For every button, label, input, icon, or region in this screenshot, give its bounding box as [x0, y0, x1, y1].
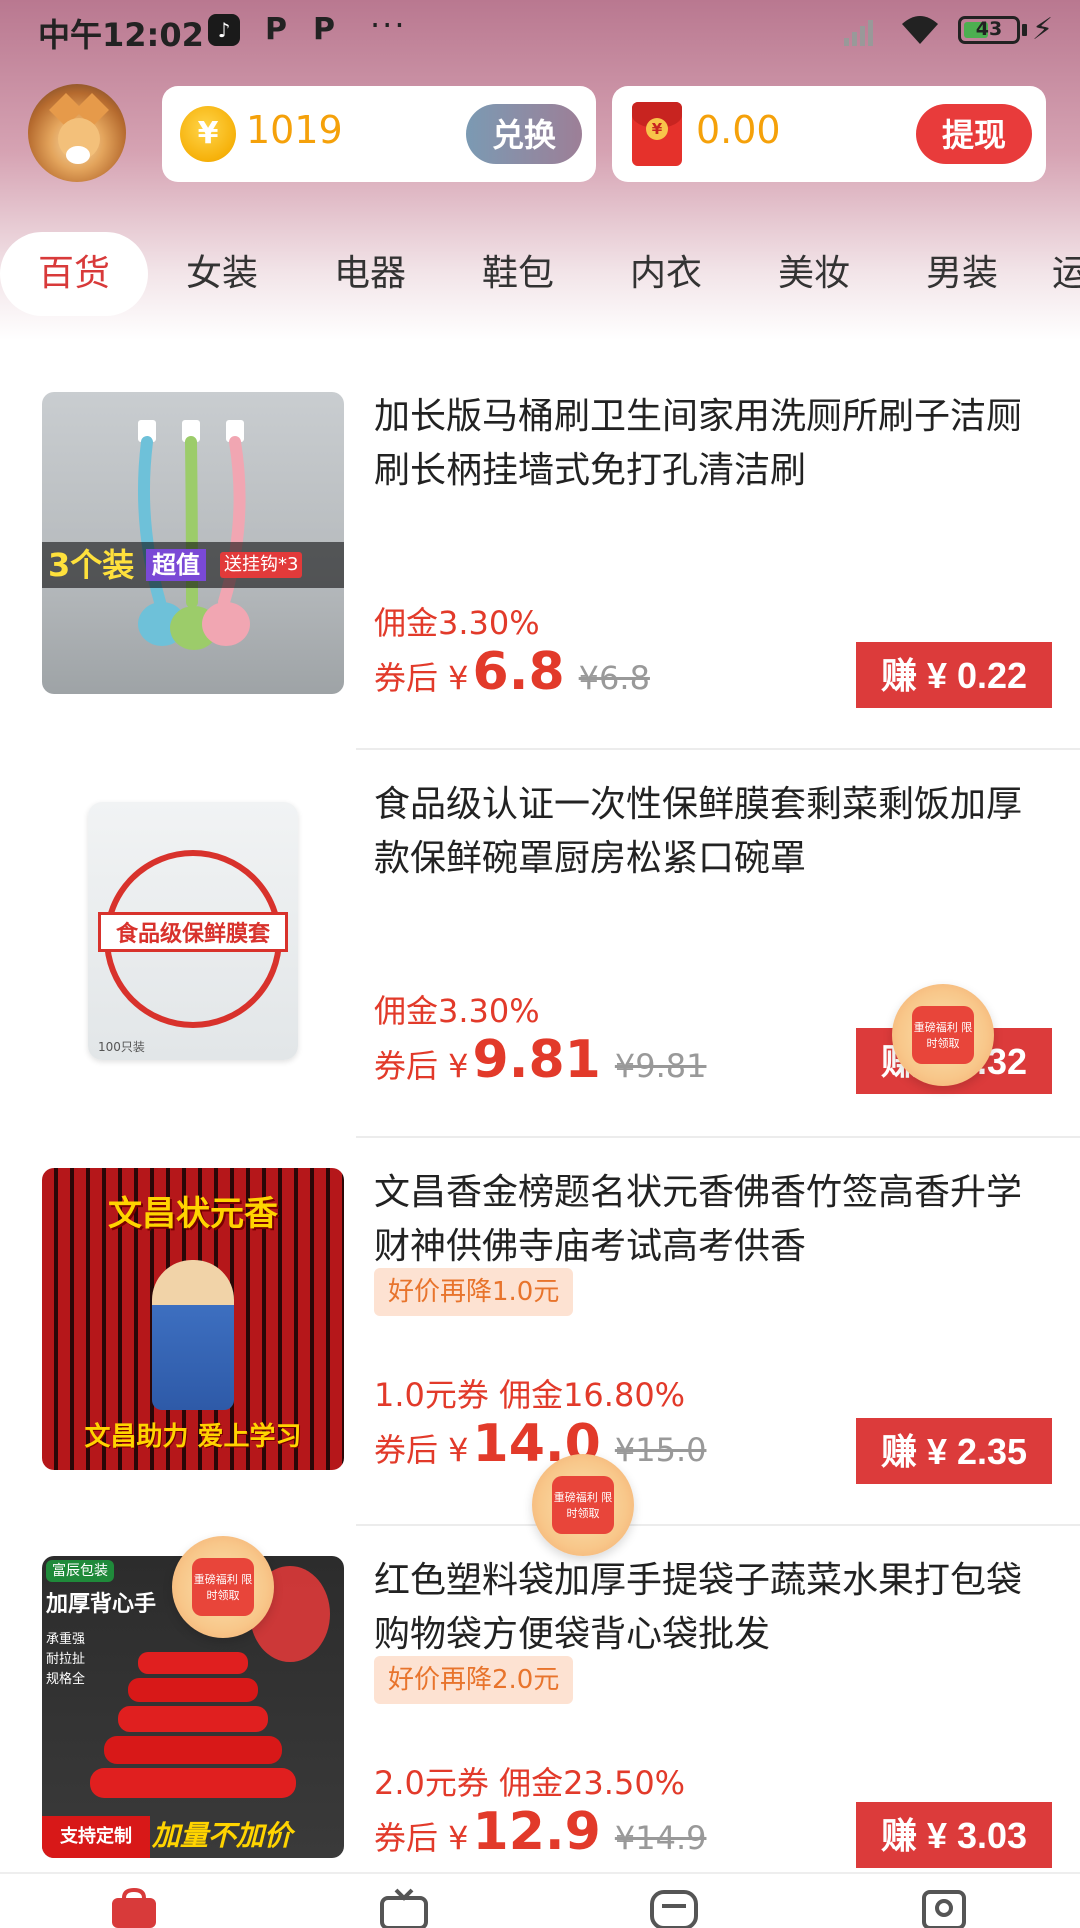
status-time: 中午12:02	[38, 16, 204, 54]
coupon-commission-text: 2.0元券 佣金23.50%	[374, 1764, 686, 1802]
tab-xiebao[interactable]: 鞋包	[444, 232, 592, 316]
tab-nanzhuang[interactable]: 男装	[888, 232, 1036, 316]
product-image: 文昌状元香 文昌助力 爱上学习	[42, 1168, 344, 1470]
tab-meizhuang[interactable]: 美妆	[740, 232, 888, 316]
charging-icon: ⚡	[1032, 12, 1054, 47]
status-bar: 中午12:02 ♪ P P ··· 43 ⚡	[0, 0, 1080, 62]
product-card[interactable]: 文昌状元香 文昌助力 爱上学习 文昌香金榜题名状元香佛香竹签高香升学财神供佛寺庙…	[0, 1138, 1080, 1526]
product-image: 3个装 超值 送挂钩*3	[42, 392, 344, 694]
tab-baihuo[interactable]: 百货	[0, 232, 148, 316]
promo-tag: 好价再降1.0元	[374, 1268, 574, 1316]
tv-icon[interactable]	[376, 1888, 432, 1928]
product-card[interactable]: 3个装 超值 送挂钩*3 加长版马桶刷卫生间家用洗厕所刷子洁厕刷长柄挂墙式免打孔…	[0, 362, 1080, 750]
earn-button[interactable]: 赚 ¥ 3.03	[856, 1802, 1052, 1868]
price: 12.9	[472, 1802, 601, 1862]
price: 9.81	[472, 1030, 601, 1090]
price-row: 券后 ¥6.8 ¥6.8	[374, 642, 650, 702]
price: 6.8	[472, 642, 565, 702]
p-app-icon: P	[313, 12, 335, 47]
reward-float-badge[interactable]: 重磅福利 限时领取	[172, 1536, 274, 1638]
withdraw-button[interactable]: 提现	[916, 104, 1032, 164]
battery-icon: 43	[958, 16, 1020, 44]
product-title: 红色塑料袋加厚手提袋子蔬菜水果打包袋购物袋方便袋背心袋批发	[374, 1560, 1023, 1655]
original-price: ¥6.8	[578, 659, 650, 697]
original-price: ¥14.9	[614, 1819, 707, 1857]
tab-nvzhuang[interactable]: 女装	[148, 232, 296, 316]
coupon-commission-text: 1.0元券 佣金16.80%	[374, 1376, 686, 1414]
tab-neiyi[interactable]: 内衣	[592, 232, 740, 316]
original-price: ¥15.0	[614, 1431, 707, 1469]
tiktok-icon: ♪	[208, 14, 240, 46]
red-packet-icon: ¥	[632, 102, 682, 166]
gold-coin-icon: ¥	[180, 106, 236, 162]
earn-button[interactable]: 赚 ¥ 0.22	[856, 642, 1052, 708]
coin-balance: 1019	[246, 108, 343, 152]
category-tabs: 百货 女装 电器 鞋包 内衣 美妆 男装 运	[0, 232, 1080, 316]
tab-more[interactable]: 运	[1052, 232, 1080, 316]
bottom-nav	[0, 1872, 1080, 1928]
reward-float-badge[interactable]: 重磅福利 限时领取	[892, 984, 994, 1086]
price-row: 券后 ¥12.9 ¥14.9	[374, 1802, 707, 1862]
battery-level: 43	[975, 18, 1003, 40]
tab-dianqi[interactable]: 电器	[296, 232, 444, 316]
commission-text: 佣金3.30%	[374, 604, 540, 642]
product-image: 食品级保鲜膜套 100只装	[42, 780, 344, 1082]
product-card[interactable]: 富辰包装 加厚背心手 承重强 耐拉扯 规格全 支持定制 加量不加价 红色塑料袋加…	[0, 1526, 1080, 1914]
message-icon[interactable]	[646, 1888, 702, 1928]
reward-float-badge[interactable]: 重磅福利 限时领取	[532, 1454, 634, 1556]
p-app-icon: P	[265, 12, 287, 47]
wifi-icon	[902, 16, 938, 44]
more-notifications-icon: ···	[370, 6, 407, 44]
exchange-button[interactable]: 兑换	[466, 104, 582, 164]
product-title: 食品级认证一次性保鲜膜套剩菜剩饭加厚款保鲜碗罩厨房松紧口碗罩	[374, 784, 1023, 879]
cash-balance: 0.00	[696, 108, 781, 152]
product-title: 加长版马桶刷卫生间家用洗厕所刷子洁厕刷长柄挂墙式免打孔清洁刷	[374, 396, 1023, 491]
price-row: 券后 ¥9.81 ¥9.81	[374, 1030, 707, 1090]
promo-tag: 好价再降2.0元	[374, 1656, 574, 1704]
earn-button[interactable]: 赚 ¥ 2.35	[856, 1418, 1052, 1484]
profile-icon[interactable]	[916, 1888, 972, 1928]
original-price: ¥9.81	[614, 1047, 707, 1085]
commission-text: 佣金3.30%	[374, 992, 540, 1030]
avatar[interactable]	[28, 84, 126, 182]
price-row: 券后 ¥14.0 ¥15.0	[374, 1414, 707, 1474]
shopping-bag-icon[interactable]	[106, 1888, 162, 1928]
product-title: 文昌香金榜题名状元香佛香竹签高香升学财神供佛寺庙考试高考供香	[374, 1172, 1023, 1267]
signal-icon	[844, 20, 873, 46]
cash-card[interactable]: ¥ 0.00 提现	[612, 86, 1046, 182]
coin-card[interactable]: ¥ 1019 兑换	[162, 86, 596, 182]
